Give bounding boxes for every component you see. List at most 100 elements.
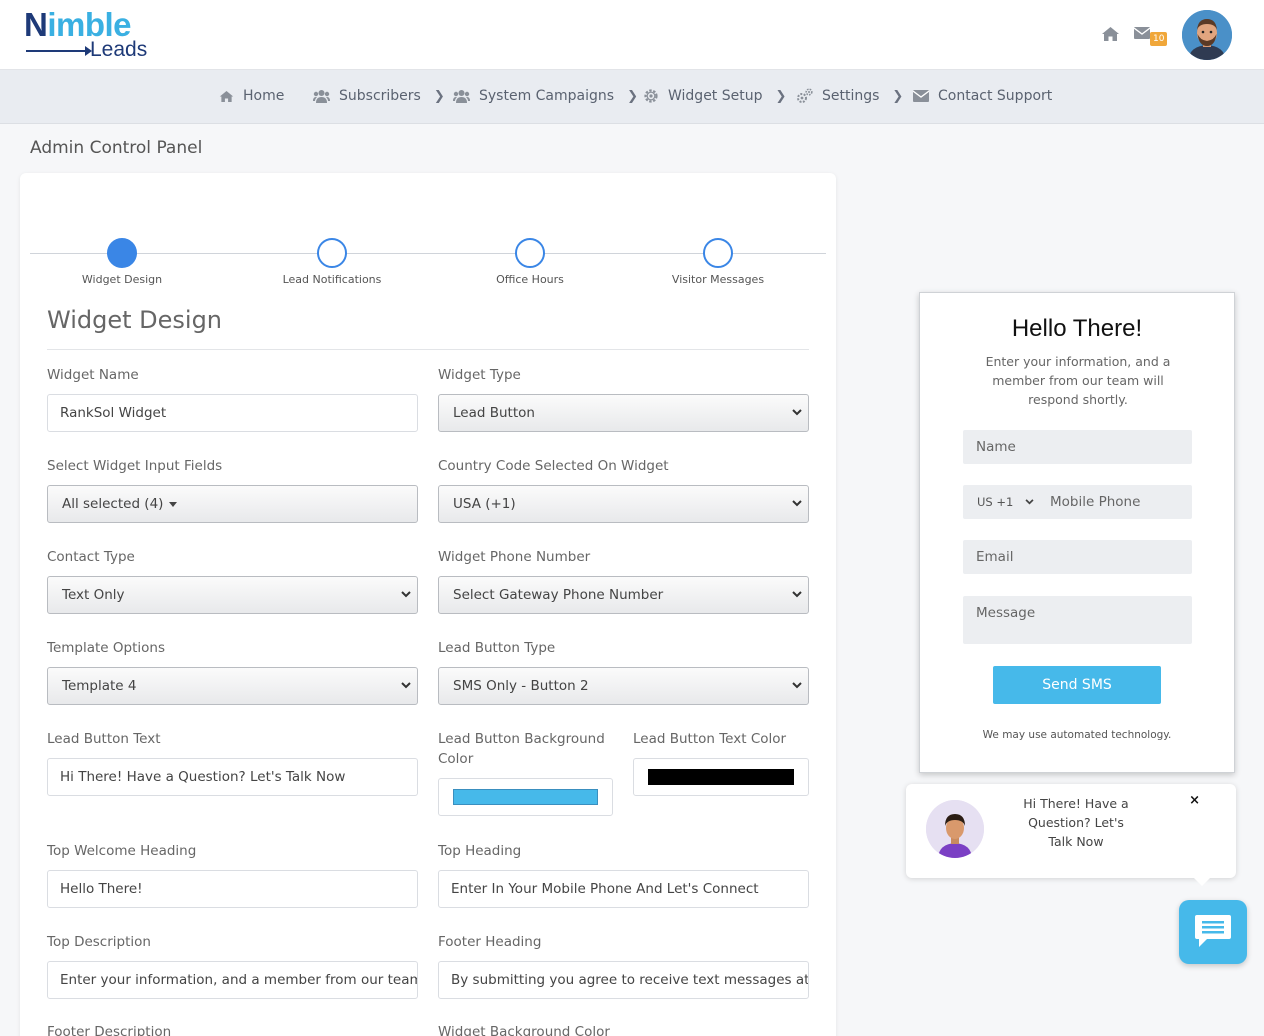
widget-type-select[interactable]: Lead Button <box>438 394 809 432</box>
caret-down-icon <box>169 501 178 507</box>
step-lead-notifications[interactable] <box>317 238 347 268</box>
divider <box>47 349 809 350</box>
template-select[interactable]: Template 4 <box>47 667 418 705</box>
footer-description-label: Footer Description <box>47 1024 172 1036</box>
widget-setup-card: Widget Design Lead Notifications Office … <box>20 173 836 1036</box>
logo-letter-n: N <box>24 6 48 43</box>
step-label: Visitor Messages <box>671 273 765 286</box>
contact-type-select[interactable]: Text Only <box>47 576 418 614</box>
envelope-icon <box>913 90 929 102</box>
step-label: Office Hours <box>496 273 564 286</box>
template-value: Template 4 <box>62 678 137 694</box>
widget-name-input[interactable]: RankSol Widget <box>47 394 418 432</box>
step-visitor-messages[interactable] <box>703 238 733 268</box>
section-title: Widget Design <box>47 306 223 334</box>
widget-bg-color-label: Widget Background Color <box>438 1024 610 1036</box>
country-code-value: USA (+1) <box>453 496 516 512</box>
chevron-right-icon: ❯ <box>433 88 445 104</box>
nav-widget-setup[interactable]: Widget Setup ❯ <box>643 88 786 104</box>
users-icon <box>313 90 330 103</box>
phone-number-select[interactable]: Select Gateway Phone Number <box>438 576 809 614</box>
button-text-color-label: Lead Button Text Color <box>633 731 787 747</box>
contact-type-value: Text Only <box>62 587 125 603</box>
envelope-icon[interactable] <box>1134 27 1150 39</box>
nav-subscribers[interactable]: Subscribers ❯ <box>313 88 445 104</box>
preview-phone-input[interactable]: Mobile Phone <box>1050 485 1140 519</box>
close-icon[interactable]: × <box>1189 793 1200 808</box>
button-text-color-picker[interactable] <box>633 758 809 796</box>
button-bg-color-label: Lead Button Background Color <box>438 731 605 767</box>
button-type-label: Lead Button Type <box>438 640 556 656</box>
page-title: Admin Control Panel <box>30 138 203 158</box>
step-label: Lead Notifications <box>282 273 382 286</box>
mail-count-badge: 10 <box>1150 32 1168 46</box>
input-fields-value: All selected (4) <box>62 496 164 512</box>
input-fields-label: Select Widget Input Fields <box>47 458 223 474</box>
color-swatch <box>648 769 794 785</box>
logo-text-leads: Leads <box>90 38 148 61</box>
country-code-select[interactable]: USA (+1) <box>438 485 809 523</box>
top-heading-label: Top Heading <box>438 843 522 859</box>
nav-settings-label: Settings <box>822 88 880 104</box>
top-description-input[interactable]: Enter your information, and a member fro… <box>47 961 418 999</box>
popup-message: Hi There! Have a Question? Let's Talk No… <box>1023 796 1129 849</box>
button-text-label: Lead Button Text <box>47 731 161 747</box>
color-swatch <box>453 789 598 805</box>
gear-icon <box>644 89 658 103</box>
widget-type-label: Widget Type <box>438 367 521 383</box>
preview-phone-row: US +1 Mobile Phone <box>963 485 1192 519</box>
template-label: Template Options <box>47 640 165 656</box>
footer-heading-label: Footer Heading <box>438 934 542 950</box>
footer-heading-input[interactable]: By submitting you agree to receive text … <box>438 961 809 999</box>
button-bg-color-picker[interactable] <box>438 778 613 816</box>
preview-name-input[interactable]: Name <box>963 430 1192 464</box>
lead-button-popup[interactable]: Hi There! Have a Question? Let's Talk No… <box>906 784 1236 886</box>
chevron-down-icon <box>792 682 802 689</box>
preview-title: Hello There! <box>1011 315 1143 342</box>
nimble-leads-logo[interactable]: Nimble Leads <box>24 6 154 62</box>
home-icon[interactable] <box>1101 26 1120 42</box>
nav-subscribers-label: Subscribers <box>339 88 421 104</box>
button-text-input[interactable]: Hi There! Have a Question? Let's Talk No… <box>47 758 418 796</box>
chevron-down-icon <box>792 591 802 598</box>
gears-icon <box>797 88 813 103</box>
widget-type-value: Lead Button <box>453 405 535 421</box>
users-icon <box>453 90 470 103</box>
chevron-down-icon <box>401 591 411 598</box>
chevron-down-icon <box>401 682 411 689</box>
input-fields-multiselect[interactable]: All selected (4) <box>47 485 418 523</box>
button-type-select[interactable]: SMS Only - Button 2 <box>438 667 809 705</box>
country-code-label: Country Code Selected On Widget <box>438 458 669 474</box>
top-heading-input[interactable]: Enter In Your Mobile Phone And Let's Con… <box>438 870 809 908</box>
chat-icon <box>1195 915 1231 947</box>
phone-number-label: Widget Phone Number <box>438 549 591 565</box>
home-icon <box>219 90 234 102</box>
button-type-value: SMS Only - Button 2 <box>453 678 589 694</box>
top-header: Nimble Leads 10 <box>0 0 1264 70</box>
nav-contact-support[interactable]: Contact Support <box>913 88 1052 104</box>
welcome-heading-input[interactable]: Hello There! <box>47 870 418 908</box>
preview-message-input[interactable]: Message <box>963 596 1192 644</box>
preview-country-code[interactable]: US +1 <box>977 485 1013 519</box>
agent-avatar <box>926 800 984 858</box>
chevron-right-icon: ❯ <box>627 88 638 104</box>
step-label: Widget Design <box>81 273 163 286</box>
widget-preview: Hello There! Enter your information, and… <box>919 292 1235 773</box>
preview-email-input[interactable]: Email <box>963 540 1192 574</box>
step-widget-design[interactable] <box>107 238 137 268</box>
chevron-right-icon: ❯ <box>775 88 787 104</box>
nav-system-campaigns[interactable]: System Campaigns ❯ <box>453 88 638 104</box>
user-avatar[interactable] <box>1182 10 1232 60</box>
chevron-down-icon <box>792 409 802 416</box>
phone-number-value: Select Gateway Phone Number <box>453 587 664 603</box>
chevron-down-icon <box>792 500 802 507</box>
step-office-hours[interactable] <box>515 238 545 268</box>
chevron-down-icon <box>1025 499 1034 505</box>
chat-launcher-button[interactable] <box>1179 900 1247 964</box>
nav-widget-setup-label: Widget Setup <box>668 88 763 104</box>
nav-settings[interactable]: Settings ❯ <box>796 88 903 104</box>
nav-system-campaigns-label: System Campaigns <box>479 88 615 104</box>
nav-home[interactable]: Home <box>219 88 284 104</box>
main-nav: Home Subscribers ❯ System Campaigns ❯ Wi… <box>0 70 1264 124</box>
send-sms-button[interactable]: Send SMS <box>993 666 1161 704</box>
